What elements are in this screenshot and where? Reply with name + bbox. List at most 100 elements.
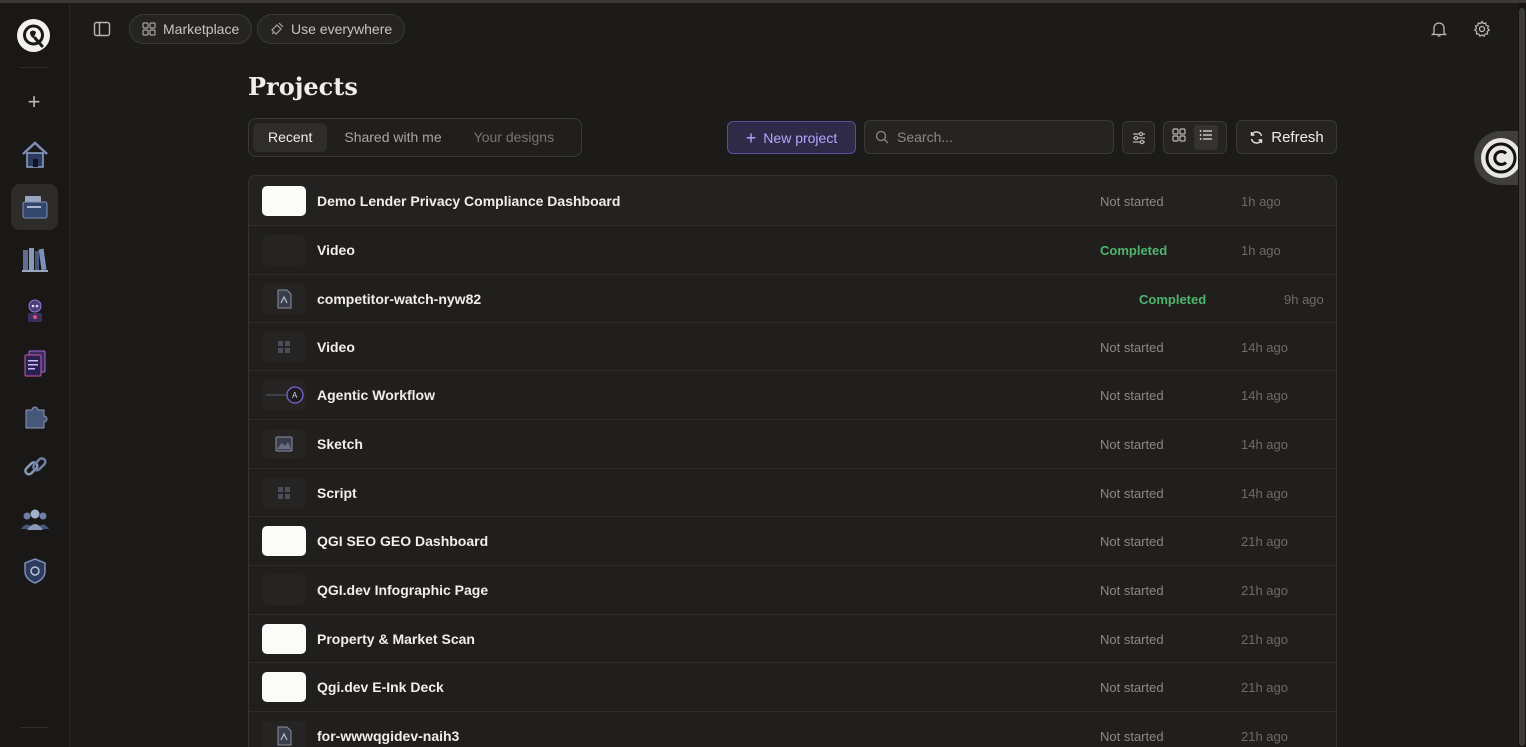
sidebar-divider <box>20 67 48 68</box>
logo-q-icon <box>22 24 44 47</box>
copyright-symbol-icon <box>1485 142 1517 174</box>
project-status: Not started <box>1100 340 1164 355</box>
project-status: Completed <box>1139 292 1207 307</box>
sidebar-item-agents[interactable] <box>11 288 58 334</box>
sidebar-item-security[interactable] <box>11 548 58 594</box>
toggle-sidebar-button[interactable] <box>92 19 112 39</box>
refresh-icon <box>1251 130 1263 144</box>
project-thumbnail <box>262 624 306 654</box>
project-status: Completed <box>1100 243 1168 258</box>
table-row[interactable]: A Agentic Workflow Not started 14h ago <box>249 370 1336 418</box>
project-time: 14h ago <box>1241 388 1288 403</box>
tab-recent[interactable]: Recent <box>253 123 328 152</box>
search-icon <box>875 130 889 144</box>
project-time: 21h ago <box>1241 583 1288 598</box>
grid-view-icon <box>1172 128 1186 142</box>
grid-view-button[interactable] <box>1172 128 1186 147</box>
project-status: Not started <box>1100 632 1164 647</box>
project-thumbnail <box>262 575 306 605</box>
project-time: 21h ago <box>1241 680 1288 695</box>
svg-text:A: A <box>292 391 298 400</box>
new-project-button[interactable]: + New project <box>727 121 856 154</box>
scrollbar-thumb[interactable] <box>1519 8 1525 746</box>
sidebar-item-integrations[interactable] <box>11 444 58 490</box>
table-row[interactable]: for-wwwqgidev-naih3 Not started 21h ago <box>249 711 1336 747</box>
project-status: Not started <box>1100 437 1164 452</box>
project-time: 1h ago <box>1241 194 1281 209</box>
marketplace-button[interactable]: Marketplace <box>129 14 253 44</box>
document-icon <box>277 726 292 746</box>
table-row[interactable]: Script Not started 14h ago <box>249 468 1336 516</box>
project-time: 14h ago <box>1241 486 1288 501</box>
project-thumbnail <box>262 429 306 459</box>
table-row[interactable]: competitor-watch-nyw82 Completed 9h ago <box>249 274 1336 322</box>
project-status: Not started <box>1100 486 1164 501</box>
tab-your-designs[interactable]: Your designs <box>459 123 569 152</box>
list-view-button[interactable] <box>1194 125 1218 150</box>
table-row[interactable]: Video Completed 1h ago <box>249 225 1336 273</box>
filter-button[interactable] <box>1122 121 1155 154</box>
project-title: Demo Lender Privacy Compliance Dashboard <box>317 193 621 209</box>
sidebar-item-projects[interactable] <box>11 184 58 230</box>
project-time: 14h ago <box>1241 340 1288 355</box>
search-input[interactable] <box>897 129 1097 145</box>
app-logo[interactable] <box>17 19 50 52</box>
tab-shared-with-me[interactable]: Shared with me <box>329 123 456 152</box>
project-time: 21h ago <box>1241 534 1288 549</box>
use-everywhere-label: Use everywhere <box>291 21 393 37</box>
sidebar-item-documents[interactable] <box>11 340 58 386</box>
library-books-icon <box>21 248 48 272</box>
project-time: 1h ago <box>1241 243 1281 258</box>
table-row[interactable]: Video Not started 14h ago <box>249 322 1336 370</box>
workflow-icon: A <box>266 386 304 404</box>
view-toggle <box>1163 121 1227 154</box>
project-tabs: Recent Shared with me Your designs <box>248 118 582 157</box>
table-row[interactable]: Sketch Not started 14h ago <box>249 419 1336 467</box>
document-icon <box>277 289 292 309</box>
team-users-icon <box>20 509 49 530</box>
grid-thumbnail-icon <box>278 341 290 353</box>
page-title: Projects <box>248 72 358 101</box>
puzzle-plugin-icon <box>25 406 47 429</box>
copyright-badge-icon <box>1481 138 1521 178</box>
sidebar-item-home[interactable] <box>11 132 58 178</box>
project-time: 21h ago <box>1241 729 1288 744</box>
project-status: Not started <box>1100 388 1164 403</box>
project-thumbnail <box>262 284 306 314</box>
new-project-label: New project <box>763 129 838 146</box>
refresh-button[interactable]: Refresh <box>1236 120 1337 154</box>
bell-icon <box>1430 22 1448 37</box>
sidebar-item-team[interactable] <box>11 496 58 542</box>
window-top-border <box>0 0 1526 3</box>
sidebar-item-plugins[interactable] <box>11 392 58 438</box>
table-row[interactable]: Property & Market Scan Not started 21h a… <box>249 614 1336 662</box>
sidebar: + <box>0 3 70 747</box>
project-status: Not started <box>1100 729 1164 744</box>
project-title: Qgi.dev E-Ink Deck <box>317 679 444 695</box>
documents-icon <box>24 350 45 377</box>
home-icon <box>21 141 48 168</box>
project-status: Not started <box>1100 680 1164 695</box>
projects-folder-icon <box>22 196 47 219</box>
app-window: + Marketplace Use everywhere Projects Re… <box>0 0 1526 747</box>
sidebar-item-library[interactable] <box>11 236 58 282</box>
project-thumbnail <box>262 672 306 702</box>
use-everywhere-button[interactable]: Use everywhere <box>257 14 406 44</box>
settings-button[interactable] <box>1471 18 1493 40</box>
sliders-icon <box>1132 131 1145 144</box>
table-row[interactable]: QGI.dev Infographic Page Not started 21h… <box>249 565 1336 613</box>
table-row[interactable]: QGI SEO GEO Dashboard Not started 21h ag… <box>249 516 1336 564</box>
image-icon <box>275 436 293 452</box>
list-view-icon <box>1199 130 1212 140</box>
project-title: Property & Market Scan <box>317 631 475 647</box>
sidebar-divider <box>20 727 48 728</box>
add-icon[interactable]: + <box>21 89 47 115</box>
table-row[interactable]: Qgi.dev E-Ink Deck Not started 21h ago <box>249 662 1336 710</box>
notifications-button[interactable] <box>1428 18 1450 40</box>
plus-icon: + <box>745 127 757 148</box>
project-title: Script <box>317 485 357 501</box>
project-thumbnail <box>262 526 306 556</box>
refresh-label: Refresh <box>1271 128 1324 146</box>
table-row[interactable]: Demo Lender Privacy Compliance Dashboard… <box>249 177 1336 225</box>
project-time: 21h ago <box>1241 632 1288 647</box>
